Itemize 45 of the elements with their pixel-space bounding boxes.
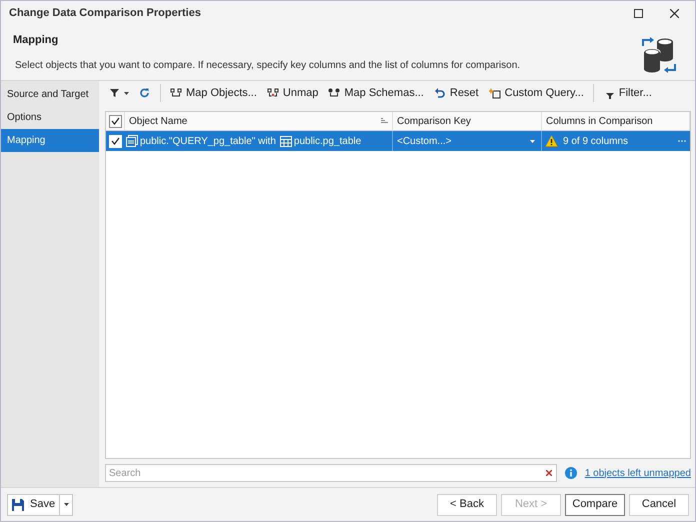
grid-row[interactable]: public."QUERY_pg_table" with public.pg_table <Custom...> 9 of 9 columns	[106, 131, 690, 151]
caret-icon	[530, 140, 535, 142]
window-title: Change Data Comparison Properties	[9, 6, 201, 21]
checkbox[interactable]	[108, 114, 122, 128]
sidebar-item[interactable]: Mapping	[1, 129, 99, 152]
toolbar-button[interactable]: Custom Query...	[484, 83, 588, 103]
columns-count: 9 of 9 columns	[563, 134, 628, 148]
comparison-key-dropdown[interactable]: <Custom...>	[393, 131, 542, 151]
clear-icon[interactable]	[546, 470, 552, 476]
table-icon	[280, 136, 292, 146]
unlink-nodes-icon	[266, 87, 279, 99]
maximize-icon	[634, 8, 642, 18]
caret-icon	[124, 92, 129, 94]
toolbar-button[interactable]: Reset	[430, 83, 483, 103]
database-sync-icon	[639, 34, 679, 74]
refresh-icon	[139, 87, 151, 99]
dialog-button[interactable]: Compare	[565, 494, 625, 516]
query-icon	[488, 87, 501, 99]
column-header[interactable]: Columns in Comparison	[542, 112, 690, 130]
column-header[interactable]: Object Name	[125, 112, 393, 130]
link-nodes-icon	[170, 87, 182, 99]
toolbar-button[interactable]: Map Objects...	[166, 83, 261, 103]
toolbar-button[interactable]: Filter...	[598, 83, 656, 103]
sidebar-item[interactable]: Options	[1, 106, 99, 129]
dialog-button[interactable]: Cancel	[629, 494, 689, 516]
save-icon	[12, 498, 24, 510]
dialog-button[interactable]: < Back	[437, 494, 497, 516]
page-description: Select objects that you want to compare. If necessary, specify key columns and the list of columns for comparison.	[14, 58, 522, 72]
undo-icon	[434, 87, 446, 99]
sidebar-item[interactable]: Source and Target	[1, 83, 99, 106]
caret-icon	[64, 503, 69, 506]
sort-icon	[381, 118, 388, 124]
target-table-name: public.pg_table	[294, 134, 362, 148]
filter-icon	[109, 87, 120, 99]
unmapped-objects-link[interactable]: 1 objects left unmapped	[584, 466, 691, 480]
info-icon	[564, 467, 577, 479]
column-header[interactable]: Comparison Key	[393, 112, 542, 130]
toolbar-button[interactable]: Unmap	[262, 83, 322, 103]
close-icon	[670, 8, 678, 18]
query-view-icon	[126, 135, 138, 147]
link-nodes-icon	[328, 87, 340, 99]
search-field[interactable]: Search	[105, 464, 557, 482]
object-name: public."QUERY_pg_table" with	[140, 134, 276, 148]
page-heading: Mapping	[13, 33, 60, 48]
toolbar-button[interactable]: Map Schemas...	[324, 83, 428, 103]
